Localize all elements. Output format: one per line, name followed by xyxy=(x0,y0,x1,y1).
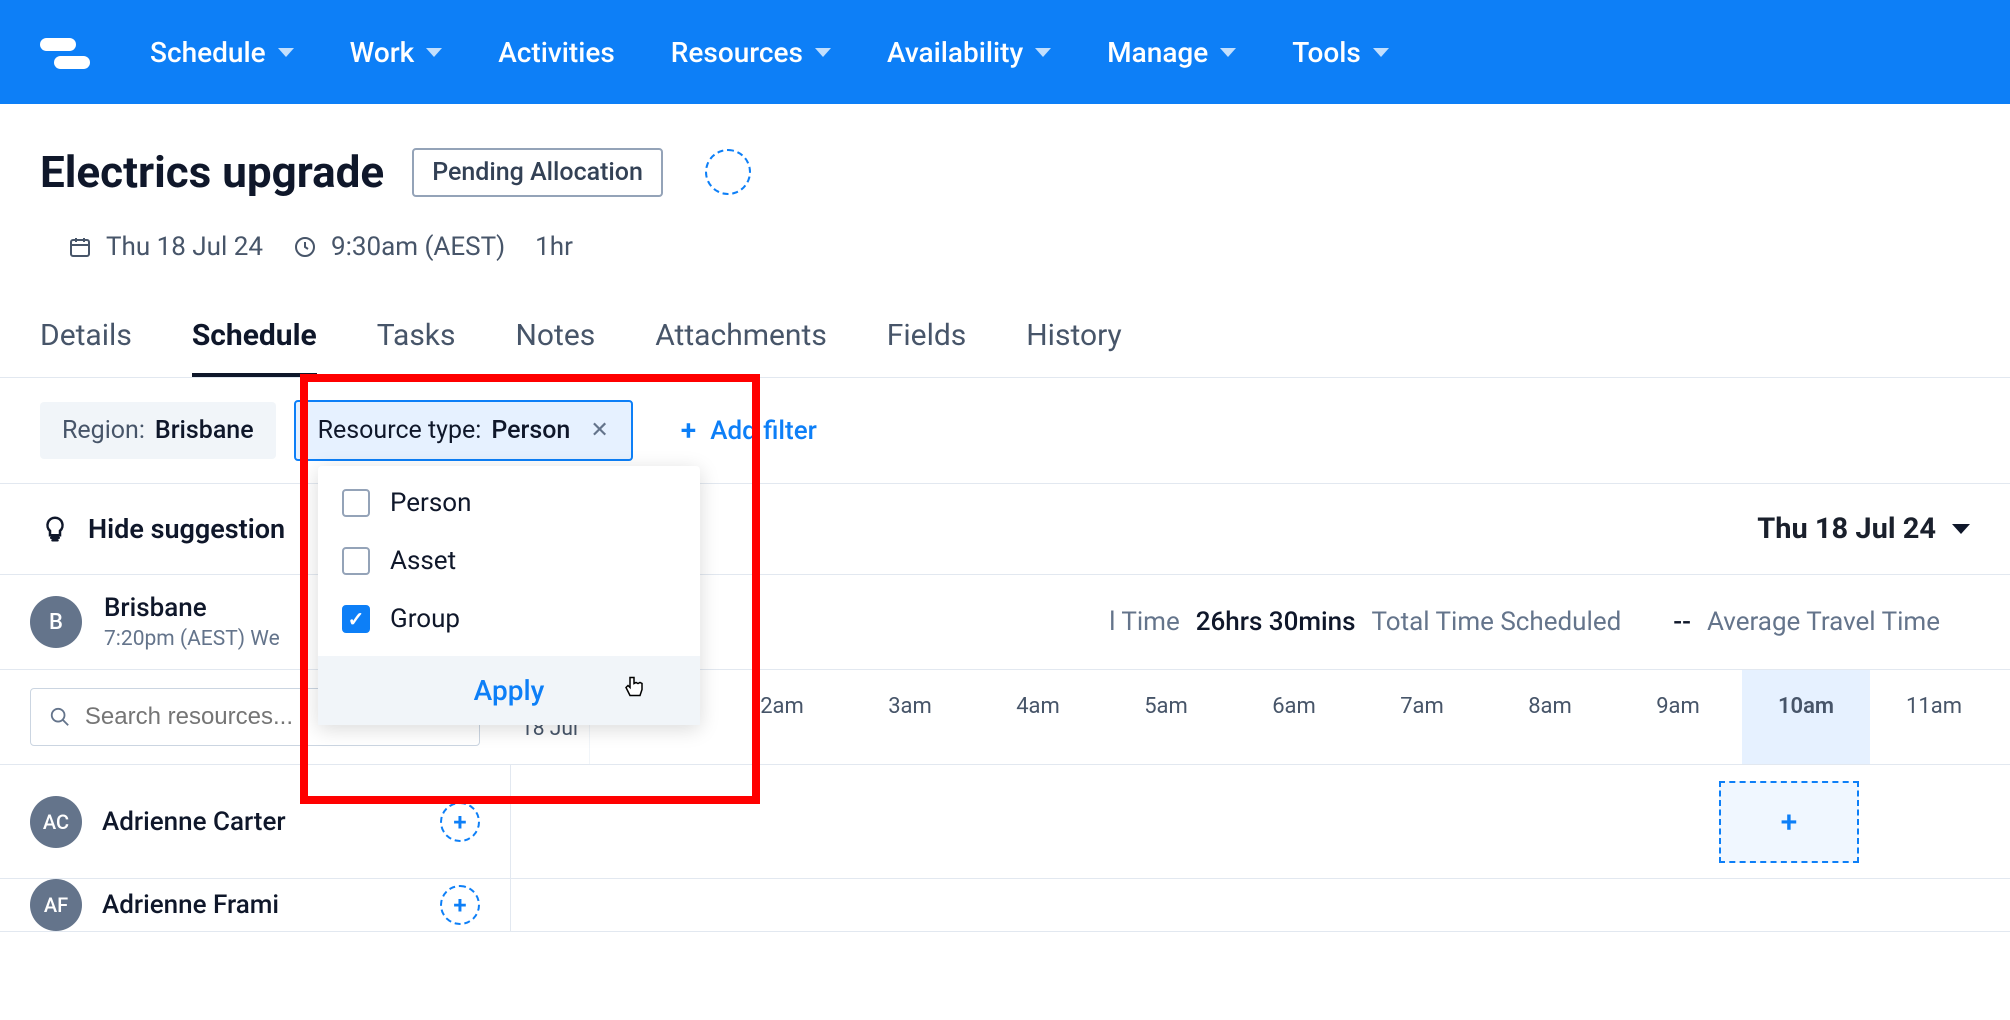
nav-activities[interactable]: Activities xyxy=(498,36,615,69)
meta-time: 9:30am (AEST) xyxy=(293,232,505,262)
option-person[interactable]: Person xyxy=(342,488,676,518)
nav-resources[interactable]: Resources xyxy=(671,36,831,69)
tab-tasks[interactable]: Tasks xyxy=(377,318,456,377)
hour-9am: 9am xyxy=(1614,670,1742,764)
tab-notes[interactable]: Notes xyxy=(516,318,596,377)
tab-schedule[interactable]: Schedule xyxy=(192,318,317,377)
add-resource-button[interactable]: + xyxy=(440,885,480,925)
resource-timeline[interactable] xyxy=(510,879,2010,931)
region-avatar: B xyxy=(30,596,82,648)
hour-4am: 4am xyxy=(974,670,1102,764)
tab-history[interactable]: History xyxy=(1026,318,1121,377)
hour-7am: 7am xyxy=(1358,670,1486,764)
region-name: Brisbane xyxy=(104,593,280,623)
region-local-time: 7:20pm (AEST) We xyxy=(104,627,280,651)
logo xyxy=(40,34,90,70)
timeline-header: Thu 18 Jul 1am 2am 3am 4am 5am 6am 7am 8… xyxy=(0,670,2010,765)
suggestions-bar: Hide suggestion Thu 18 Jul 24 xyxy=(0,484,2010,575)
meta-duration: 1hr xyxy=(535,232,573,262)
calendar-icon xyxy=(68,235,92,259)
region-summary: B Brisbane 7:20pm (AEST) We l Time 26hrs… xyxy=(0,575,2010,670)
logo-icon xyxy=(40,34,90,70)
filter-bar: Region: Brisbane Resource type: Person ✕… xyxy=(0,378,2010,484)
page-title: Electrics upgrade xyxy=(40,146,384,198)
tab-attachments[interactable]: Attachments xyxy=(655,318,827,377)
resource-name: Adrienne Carter xyxy=(102,807,420,837)
add-resource-button[interactable]: + xyxy=(440,802,480,842)
resource-row: AC Adrienne Carter + + xyxy=(0,765,2010,879)
tab-fields[interactable]: Fields xyxy=(887,318,966,377)
filter-resource-type[interactable]: Resource type: Person ✕ xyxy=(294,400,633,461)
top-nav: Schedule Work Activities Resources Avail… xyxy=(0,0,2010,104)
page-header: Electrics upgrade Pending Allocation Thu… xyxy=(0,104,2010,262)
plus-icon: + xyxy=(681,414,696,447)
tab-details[interactable]: Details xyxy=(40,318,132,377)
hour-8am: 8am xyxy=(1486,670,1614,764)
hour-2am: 2am xyxy=(718,670,846,764)
tabs: Details Schedule Tasks Notes Attachments… xyxy=(0,262,2010,378)
checkbox-checked[interactable] xyxy=(342,605,370,633)
chevron-down-icon xyxy=(1373,48,1389,57)
resource-type-dropdown: Person Asset Group Apply xyxy=(318,466,700,725)
nav-items: Schedule Work Activities Resources Avail… xyxy=(150,36,1389,69)
resource-row: AF Adrienne Frami + xyxy=(0,879,2010,932)
option-group[interactable]: Group xyxy=(342,604,676,634)
assignee-placeholder[interactable] xyxy=(705,149,751,195)
hour-10am: 10am xyxy=(1742,670,1870,764)
clock-icon xyxy=(293,235,317,259)
nav-schedule[interactable]: Schedule xyxy=(150,36,294,69)
meta-date: Thu 18 Jul 24 xyxy=(68,232,263,262)
cursor-icon xyxy=(622,673,646,708)
chevron-down-icon xyxy=(1035,48,1051,57)
resource-timeline[interactable]: + xyxy=(510,765,2010,878)
search-icon xyxy=(49,705,71,729)
hour-5am: 5am xyxy=(1102,670,1230,764)
nav-tools[interactable]: Tools xyxy=(1292,36,1388,69)
filter-region[interactable]: Region: Brisbane xyxy=(40,402,276,459)
add-filter-button[interactable]: + Add filter xyxy=(681,414,817,447)
date-picker[interactable]: Thu 18 Jul 24 xyxy=(1757,512,1970,546)
hour-11am: 11am xyxy=(1870,670,1998,764)
chevron-down-icon xyxy=(1952,524,1970,534)
checkbox[interactable] xyxy=(342,547,370,575)
nav-availability[interactable]: Availability xyxy=(887,36,1051,69)
checkbox[interactable] xyxy=(342,489,370,517)
apply-button[interactable]: Apply xyxy=(474,674,545,707)
remove-filter-icon[interactable]: ✕ xyxy=(590,418,608,443)
chevron-down-icon xyxy=(815,48,831,57)
chevron-down-icon xyxy=(278,48,294,57)
option-asset[interactable]: Asset xyxy=(342,546,676,576)
lightbulb-icon xyxy=(40,514,70,544)
hour-3am: 3am xyxy=(846,670,974,764)
chevron-down-icon xyxy=(1220,48,1236,57)
resource-avatar: AF xyxy=(30,879,82,931)
hour-6am: 6am xyxy=(1230,670,1358,764)
nav-work[interactable]: Work xyxy=(350,36,443,69)
add-slot-button[interactable]: + xyxy=(1719,781,1859,863)
resource-avatar: AC xyxy=(30,796,82,848)
resource-name: Adrienne Frami xyxy=(102,890,420,920)
chevron-down-icon xyxy=(426,48,442,57)
hide-suggestions-button[interactable]: Hide suggestion xyxy=(88,513,285,545)
nav-manage[interactable]: Manage xyxy=(1107,36,1236,69)
status-badge: Pending Allocation xyxy=(412,148,663,197)
